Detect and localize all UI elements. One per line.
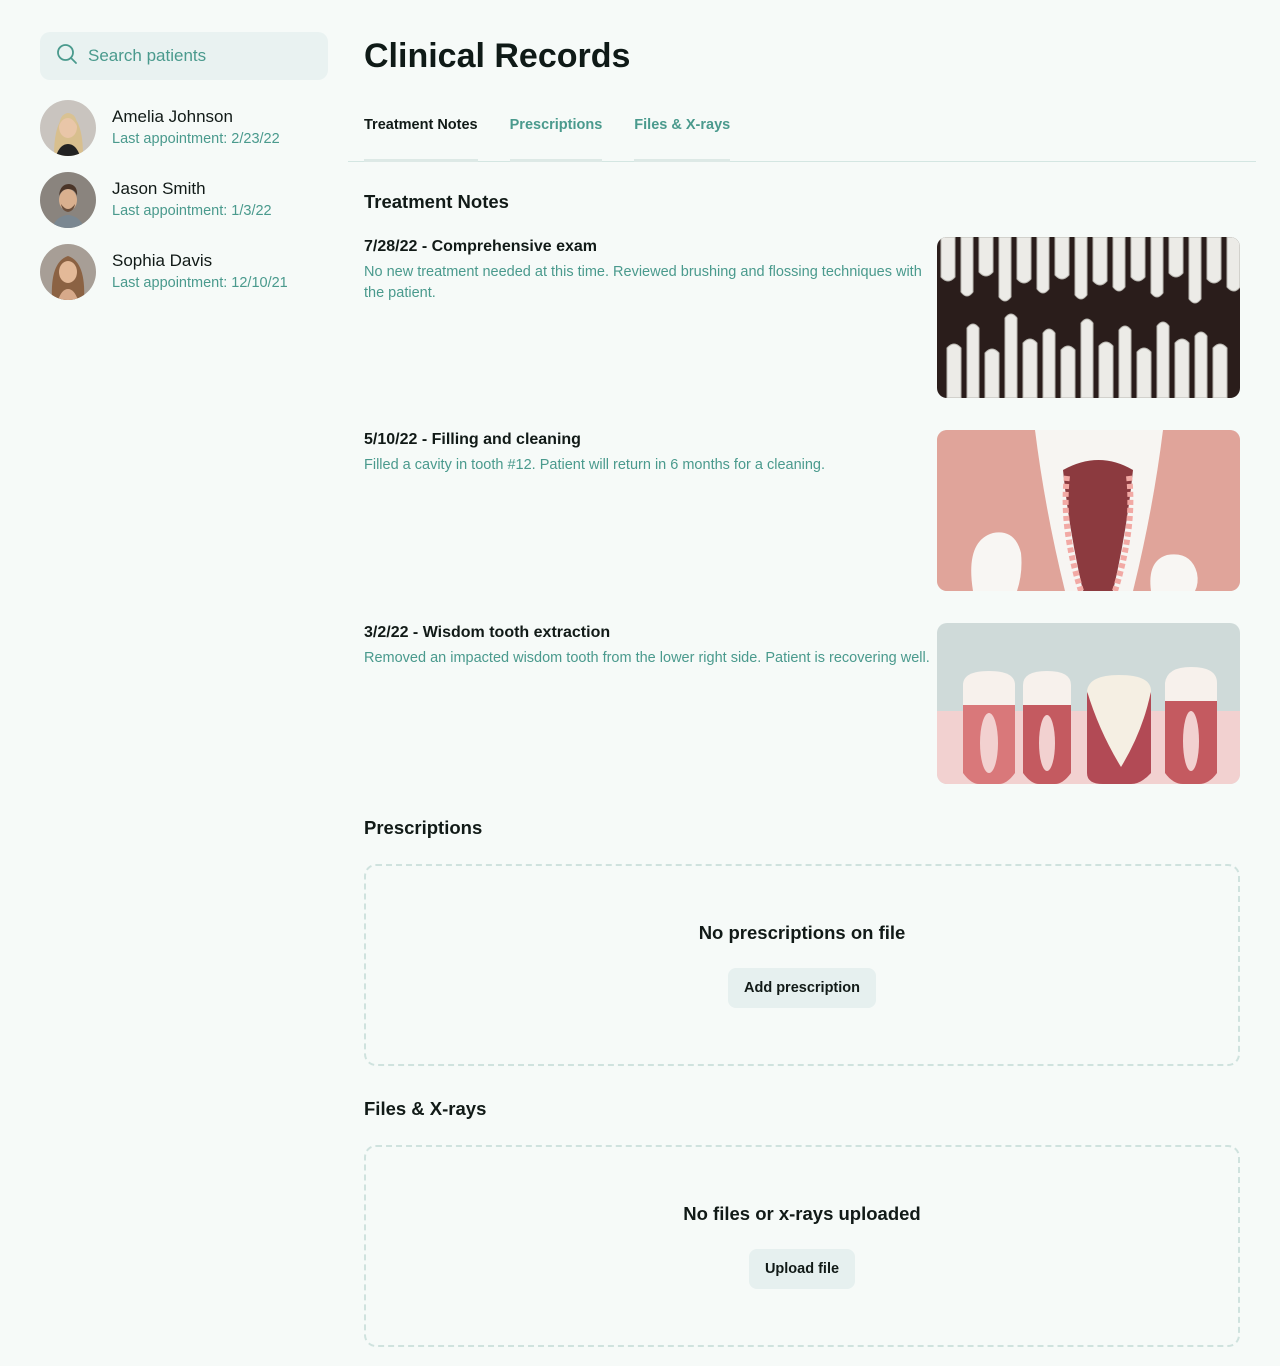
clinical-records-main: Clinical Records Treatment Notes Prescri…	[348, 32, 1256, 1347]
avatar	[40, 100, 96, 156]
empty-state-text: No files or x-rays uploaded	[683, 1203, 921, 1224]
section-title: Prescriptions	[364, 817, 483, 838]
note-text: Removed an impacted wisdom tooth from th…	[364, 650, 930, 666]
add-prescription-button[interactable]: Add prescription	[727, 968, 876, 1008]
tab-treatment-notes[interactable]: Treatment Notes	[364, 106, 478, 162]
teeth-pattern-image	[937, 237, 1240, 398]
treatment-note: 7/28/22 - Comprehensive exam No new trea…	[364, 237, 1256, 398]
patient-name: Sophia Davis	[112, 251, 213, 270]
search-icon	[56, 43, 78, 70]
record-tabs: Treatment Notes Prescriptions Files & X-…	[348, 106, 1256, 162]
patient-name: Amelia Johnson	[112, 107, 233, 126]
files-section: Files & X-rays No files or x-rays upload…	[348, 1098, 1256, 1347]
patient-last-appointment: Last appointment: 1/3/22	[112, 203, 272, 219]
prescriptions-empty-state: No prescriptions on file Add prescriptio…	[364, 864, 1240, 1066]
section-title: Treatment Notes	[364, 191, 509, 212]
treatment-notes-section: Treatment Notes 7/28/22 - Comprehensive …	[348, 191, 1256, 784]
teeth-gums-image	[937, 623, 1240, 784]
note-text: Filled a cavity in tooth #12. Patient wi…	[364, 457, 826, 473]
avatar	[40, 172, 96, 228]
patient-list: Amelia Johnson Last appointment: 2/23/22…	[40, 100, 328, 300]
patient-last-appointment: Last appointment: 2/23/22	[112, 131, 280, 147]
treatment-note: 3/2/22 - Wisdom tooth extraction Removed…	[364, 623, 1256, 784]
patient-item[interactable]: Sophia Davis Last appointment: 12/10/21	[40, 244, 328, 300]
patient-item[interactable]: Amelia Johnson Last appointment: 2/23/22	[40, 100, 328, 156]
treatment-note: 5/10/22 - Filling and cleaning Filled a …	[364, 430, 1256, 591]
note-text: No new treatment needed at this time. Re…	[364, 264, 922, 301]
tab-files-xrays[interactable]: Files & X-rays	[634, 106, 731, 162]
search-bar[interactable]	[40, 32, 328, 80]
files-empty-state: No files or x-rays uploaded Upload file	[364, 1145, 1240, 1347]
avatar	[40, 244, 96, 300]
empty-state-text: No prescriptions on file	[698, 922, 906, 943]
search-input[interactable]	[88, 46, 308, 66]
patient-name: Jason Smith	[112, 179, 206, 198]
prescriptions-section: Prescriptions No prescriptions on file A…	[348, 817, 1256, 1066]
patient-item[interactable]: Jason Smith Last appointment: 1/3/22	[40, 172, 328, 228]
page-title: Clinical Records	[364, 37, 631, 75]
patient-sidebar: Amelia Johnson Last appointment: 2/23/22…	[40, 32, 328, 316]
upload-file-button[interactable]: Upload file	[748, 1249, 856, 1289]
tab-prescriptions[interactable]: Prescriptions	[509, 106, 603, 162]
tooth-cavity-image	[937, 430, 1240, 591]
patient-last-appointment: Last appointment: 12/10/21	[112, 275, 288, 291]
section-title: Files & X-rays	[364, 1098, 487, 1119]
